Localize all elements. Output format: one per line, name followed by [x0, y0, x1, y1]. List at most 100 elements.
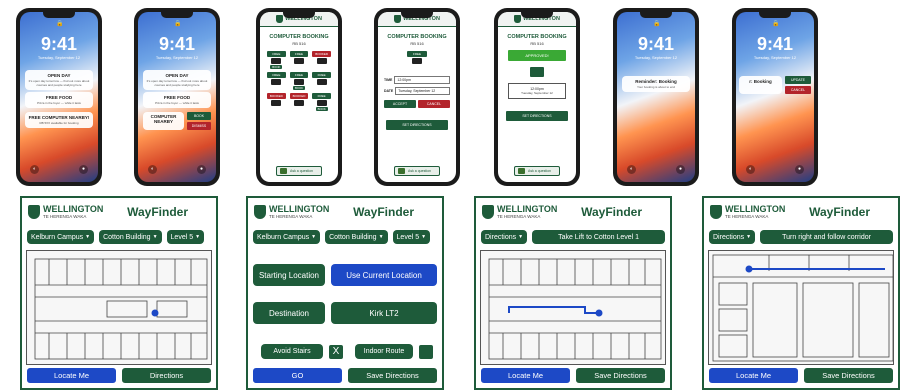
avoid-stairs-checkbox[interactable]: X — [329, 344, 343, 359]
ask-question-button[interactable]: Ask a question — [514, 166, 560, 176]
directions-button[interactable]: Directions — [122, 368, 211, 383]
indoor-route-label: Indoor Route — [355, 344, 413, 359]
current-location-marker — [745, 265, 753, 273]
notification-free-food[interactable]: FREE FOOD Pizza in the foyer — while it … — [25, 92, 93, 108]
locate-me-button[interactable]: Locate Me — [481, 368, 570, 383]
flashlight-icon[interactable]: ◐ — [148, 165, 157, 174]
page-title: COMPUTER BOOKING — [387, 34, 447, 40]
computer-slot[interactable]: FREE — [312, 72, 331, 90]
indoor-route-checkbox[interactable] — [419, 344, 433, 359]
monitor-icon — [293, 100, 304, 106]
campus-dropdown[interactable]: Kelburn Campus ▼ — [27, 230, 95, 244]
chevron-down-icon: ▼ — [378, 234, 384, 240]
computer-slot[interactable]: FREE — [267, 72, 286, 90]
go-button[interactable]: GO — [253, 368, 342, 383]
lock-icon: 🔒 — [772, 21, 780, 27]
page-title: COMPUTER BOOKING — [269, 34, 329, 40]
crest-icon — [254, 205, 266, 219]
avoid-stairs-label: Avoid Stairs — [261, 344, 323, 359]
flashlight-icon[interactable]: ◐ — [627, 165, 636, 174]
wayfinder-form-panel: WELLINGTON TE HERENGA WAKA WayFinder Kelb… — [246, 196, 444, 390]
update-button[interactable]: UPDATE — [785, 76, 811, 84]
direction-step: Take Lift to Cotton Level 1 — [532, 230, 665, 244]
date-input[interactable]: Tuesday, September 12 — [395, 87, 450, 95]
notification-open-day[interactable]: OPEN DAY It's open day tomorrow — find o… — [143, 70, 211, 90]
building-dropdown[interactable]: Cotton Building ▼ — [325, 230, 388, 244]
cancel-button[interactable]: CANCEL — [418, 100, 450, 108]
computer-slot: BOOKED — [289, 93, 309, 111]
locate-me-button[interactable]: Locate Me — [709, 368, 798, 383]
room-label: RB 516 — [530, 41, 544, 46]
phone-lock-actions: 🔒 9:41 Tuesday, September 12 OPEN DAY It… — [134, 8, 220, 186]
app-title: WayFinder — [581, 205, 642, 219]
lock-icon: 🔒 — [174, 21, 182, 27]
crest-icon — [28, 205, 40, 219]
camera-icon[interactable]: ● — [79, 165, 88, 174]
crest-icon — [276, 15, 284, 23]
notification-computer-nearby[interactable]: COMPUTER NEARBY — [143, 112, 184, 130]
chevron-down-icon: ▼ — [421, 234, 427, 240]
monitor-icon — [530, 67, 544, 77]
camera-icon[interactable]: ● — [795, 165, 804, 174]
phone-reminder-actions: 🔒 9:41 Tuesday, September 12 r: Booking … — [732, 8, 818, 186]
set-directions-button[interactable]: SET DIRECTIONS — [506, 111, 568, 121]
chevron-down-icon: ▼ — [152, 234, 158, 240]
save-directions-button[interactable]: Save Directions — [804, 368, 893, 383]
computer-slot[interactable]: FREE BOOK — [289, 72, 309, 90]
computer-slot[interactable]: FREE BOOK — [267, 51, 286, 69]
wayfinder-step2-panel: WELLINGTON TE HERENGA WAKA WayFinder Dire… — [702, 196, 900, 390]
chevron-down-icon: ▼ — [195, 234, 201, 240]
campus-dropdown[interactable]: Kelburn Campus ▼ — [253, 230, 321, 244]
book-button[interactable]: BOOK — [187, 112, 211, 120]
notification-free-food[interactable]: FREE FOOD Pizza in the foyer — while it … — [143, 92, 211, 108]
camera-icon[interactable]: ● — [197, 165, 206, 174]
floor-plan-map[interactable] — [26, 250, 212, 365]
cancel-button[interactable]: CANCEL — [785, 86, 811, 94]
use-current-location-button[interactable]: Use Current Location — [331, 264, 437, 286]
notification-reminder[interactable]: Reminder: Booking Your booking is about … — [622, 76, 690, 92]
notification-open-day[interactable]: OPEN DAY It's open day tomorrow — find o… — [25, 70, 93, 90]
page-title: COMPUTER BOOKING — [507, 34, 567, 40]
computer-slot[interactable]: FREE — [289, 51, 309, 69]
monitor-icon — [271, 79, 282, 85]
locate-me-button[interactable]: Locate Me — [27, 368, 116, 383]
lock-time: 9:41 — [637, 34, 675, 54]
building-dropdown[interactable]: Cotton Building ▼ — [99, 230, 162, 244]
level-dropdown[interactable]: Level 5 ▼ — [392, 230, 431, 244]
time-input[interactable]: 12:00pm — [394, 76, 450, 84]
directions-dropdown[interactable]: Directions ▼ — [709, 230, 756, 244]
save-directions-button[interactable]: Save Directions — [348, 368, 437, 383]
floor-plan-map[interactable] — [480, 250, 666, 365]
dismiss-button[interactable]: DISMISS — [187, 122, 211, 130]
level-dropdown[interactable]: Level 5 ▼ — [166, 230, 205, 244]
lock-date: Tuesday, September 12 — [37, 55, 81, 60]
crest-icon — [514, 15, 522, 23]
phone-booking-form: WELLINGTON COMPUTER BOOKING RB 516 FREE … — [374, 8, 460, 186]
set-directions-button[interactable]: SET DIRECTIONS — [386, 120, 448, 130]
directions-dropdown[interactable]: Directions ▼ — [481, 230, 528, 244]
accept-button[interactable]: ACCEPT — [384, 100, 416, 108]
monitor-icon — [271, 58, 282, 64]
flashlight-icon[interactable]: ◐ — [30, 165, 39, 174]
crest-icon — [710, 205, 722, 219]
flashlight-icon[interactable]: ◐ — [746, 165, 755, 174]
notification-reminder[interactable]: r: Booking — [739, 76, 782, 94]
notification-free-computer[interactable]: FREE COMPUTER NEARBY! RB 5XX available f… — [25, 112, 93, 128]
room-label: RB 516 — [292, 41, 306, 46]
ask-question-button[interactable]: Ask a question — [394, 166, 440, 176]
chevron-down-icon: ▼ — [746, 234, 752, 240]
floor-plan-map[interactable] — [708, 250, 894, 365]
chevron-down-icon: ▼ — [85, 234, 91, 240]
save-directions-button[interactable]: Save Directions — [576, 368, 665, 383]
ask-question-button[interactable]: Ask a question — [276, 166, 322, 176]
route-path — [508, 306, 599, 314]
destination-input[interactable]: Kirk LT2 — [331, 302, 437, 324]
chevron-down-icon: ▼ — [518, 234, 524, 240]
computer-slot[interactable]: FREE BOOK — [312, 93, 331, 111]
monitor-icon — [316, 79, 327, 85]
camera-icon[interactable]: ● — [676, 165, 685, 174]
crest-icon — [482, 205, 494, 219]
computer-grid: FREE BOOK FREE BOOKED FREE FREE BOOK FREE … — [267, 51, 331, 111]
computer-slot: BOOKED — [312, 51, 331, 69]
wayfinder-map-panel: WELLINGTON TE HERENGA WAKA WayFinder Kelb… — [20, 196, 218, 390]
